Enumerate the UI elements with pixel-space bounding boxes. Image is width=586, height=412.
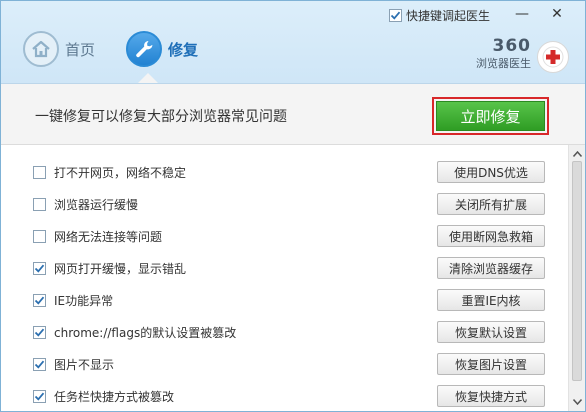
list-item: 网页打开缓慢，显示错乱 清除浏览器缓存 [1, 253, 567, 285]
scroll-down-icon[interactable] [569, 395, 585, 409]
problem-list: 打不开网页，网络不稳定 使用DNS优选浏览器运行缓慢 关闭所有扩展网络无法连接等问题… [1, 145, 585, 411]
shortcut-label: 快捷键调起医生 [406, 9, 491, 23]
list-item: 网络无法连接等问题 使用断网急救箱 [1, 221, 567, 253]
banner-text: 一键修复可以修复大部分浏览器常见问题 [35, 109, 287, 125]
tab-repair-label: 修复 [168, 40, 199, 59]
tab-repair[interactable]: 修复 [126, 31, 198, 67]
item-action-button[interactable]: 恢复默认设置 [437, 321, 545, 343]
medical-cross-icon [537, 41, 569, 73]
list-item: 图片不显示 恢复图片设置 [1, 349, 567, 381]
minimize-icon: — [515, 6, 529, 22]
list-item: chrome://flags的默认设置被篡改 恢复默认设置 [1, 317, 567, 349]
home-icon [23, 31, 59, 67]
repair-banner: 一键修复可以修复大部分浏览器常见问题 立即修复 [1, 84, 585, 145]
list-item: IE功能异常 重置IE内核 [1, 285, 567, 317]
item-label: 浏览器运行缓慢 [54, 198, 139, 212]
list-item: 浏览器运行缓慢 关闭所有扩展 [1, 189, 567, 221]
item-label: 打不开网页，网络不稳定 [54, 166, 187, 180]
fix-button-highlight: 立即修复 [432, 97, 549, 135]
item-action-button[interactable]: 恢复图片设置 [437, 353, 545, 375]
item-action-button[interactable]: 使用DNS优选 [437, 161, 545, 183]
item-label: IE功能异常 [54, 294, 114, 308]
item-label: chrome://flags的默认设置被篡改 [54, 326, 237, 340]
item-checkbox[interactable] [33, 294, 46, 307]
active-tab-pointer [138, 73, 158, 83]
scrollbar[interactable] [568, 145, 585, 411]
item-action-button[interactable]: 使用断网急救箱 [437, 225, 545, 247]
shortcut-option[interactable]: 快捷键调起医生 [389, 7, 490, 24]
minimize-button[interactable]: — [506, 4, 538, 24]
brand: 360 浏览器医生 [467, 37, 531, 71]
tab-home[interactable]: 首页 [23, 31, 95, 67]
item-label: 任务栏快捷方式被篡改 [54, 390, 175, 404]
window-controls: — ✕ [506, 4, 576, 24]
item-action-button[interactable]: 重置IE内核 [437, 289, 545, 311]
close-icon: ✕ [551, 6, 563, 22]
list-item: 任务栏快捷方式被篡改 恢复快捷方式 [1, 381, 567, 411]
item-action-button[interactable]: 恢复快捷方式 [437, 385, 545, 407]
item-action-button[interactable]: 清除浏览器缓存 [437, 257, 545, 279]
scroll-up-icon[interactable] [569, 147, 585, 161]
item-action-button[interactable]: 关闭所有扩展 [437, 193, 545, 215]
item-label: 网络无法连接等问题 [54, 230, 163, 244]
tab-home-label: 首页 [65, 40, 96, 59]
item-label: 图片不显示 [54, 358, 115, 372]
item-checkbox[interactable] [33, 198, 46, 211]
item-checkbox[interactable] [33, 358, 46, 371]
shortcut-checkbox[interactable] [389, 9, 402, 22]
item-checkbox[interactable] [33, 390, 46, 403]
item-checkbox[interactable] [33, 326, 46, 339]
item-label: 网页打开缓慢，显示错乱 [54, 262, 187, 276]
list-item: 打不开网页，网络不稳定 使用DNS优选 [1, 157, 567, 189]
header: 快捷键调起医生 — ✕ 首页 修复 360 浏览器医生 [1, 1, 585, 84]
brand-name: 浏览器医生 [476, 57, 531, 70]
fix-now-button[interactable]: 立即修复 [436, 101, 545, 131]
item-checkbox[interactable] [33, 262, 46, 275]
scroll-thumb[interactable] [572, 161, 582, 381]
brand-number: 360 [492, 36, 531, 56]
browser-doctor-window: 快捷键调起医生 — ✕ 首页 修复 360 浏览器医生 一键修复可以修复大部分浏… [0, 0, 586, 412]
close-button[interactable]: ✕ [538, 4, 576, 24]
wrench-icon [126, 31, 162, 67]
item-checkbox[interactable] [33, 230, 46, 243]
item-checkbox[interactable] [33, 166, 46, 179]
